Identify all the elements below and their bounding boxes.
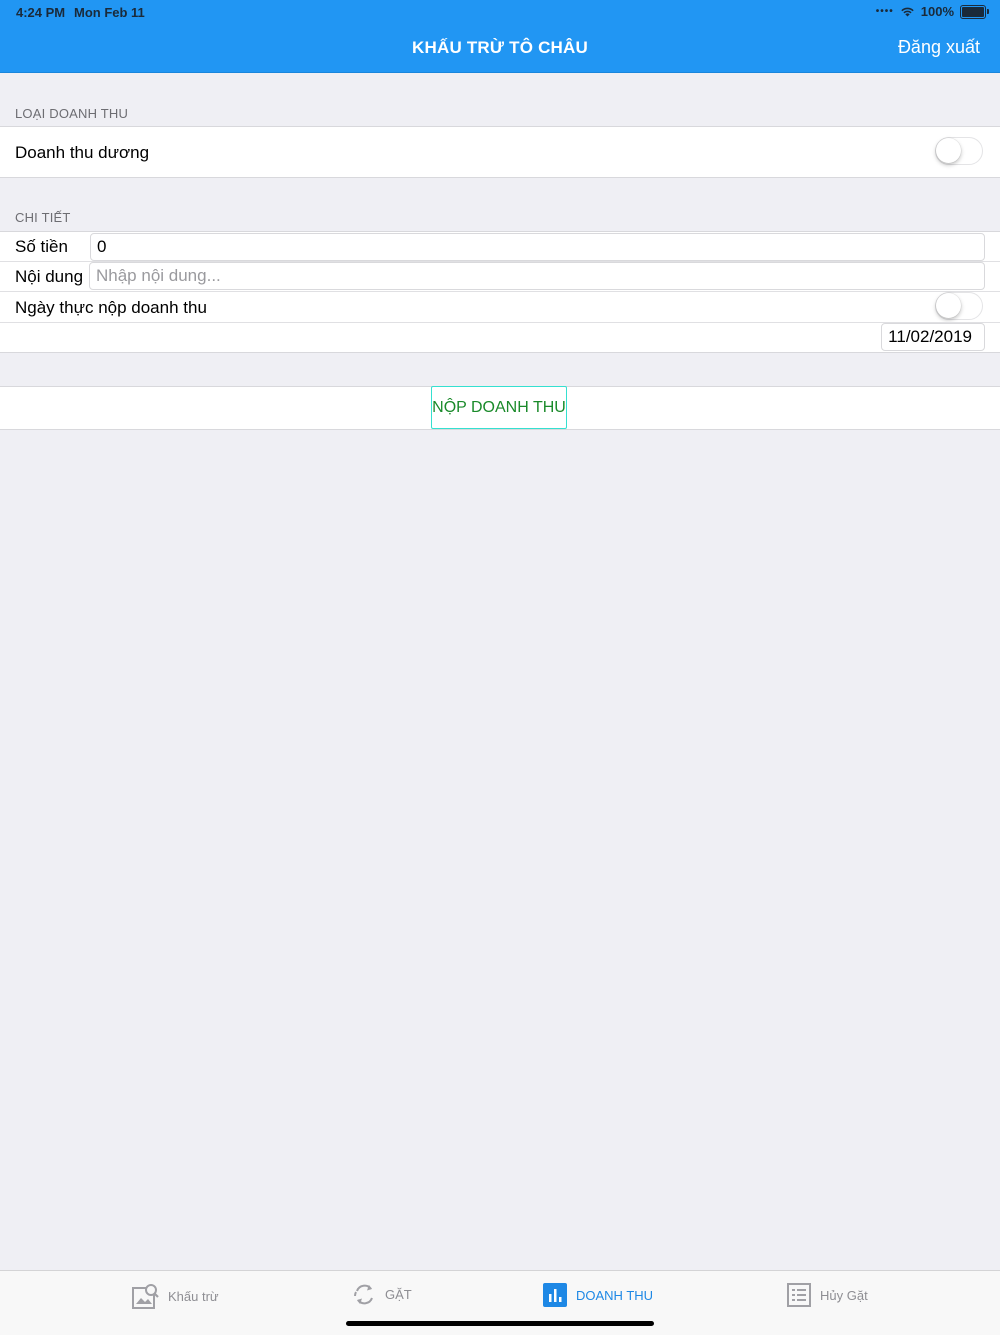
content-label: Nội dung	[15, 267, 84, 286]
wifi-icon	[901, 7, 914, 17]
switch-knob	[936, 293, 961, 318]
content-input[interactable]	[89, 262, 985, 290]
navigation-bar: 4:24 PM Mon Feb 11 •••• 100% KHẤU TRỪ TÔ…	[0, 0, 1000, 73]
amount-input[interactable]	[90, 233, 985, 261]
list-icon	[787, 1283, 811, 1307]
actual-date-label: Ngày thực nộp doanh thu	[15, 298, 207, 317]
tab-label: GẶT	[385, 1287, 412, 1302]
status-indicators: •••• 100%	[875, 4, 989, 19]
divider	[0, 291, 1000, 292]
bar-chart-icon	[543, 1283, 567, 1307]
date-value: 11/02/2019	[888, 327, 972, 346]
details-header: CHI TIẾT	[15, 210, 71, 225]
amount-label: Số tiền	[15, 237, 68, 256]
status-time: 4:24 PM	[16, 5, 66, 20]
actual-date-switch[interactable]	[935, 292, 983, 320]
battery-percentage: 100%	[920, 4, 954, 19]
tab-label: DOANH THU	[576, 1287, 654, 1303]
tab-label: Khấu trừ	[168, 1289, 219, 1304]
logout-button[interactable]: Đăng xuất	[898, 37, 980, 58]
positive-revenue-label: Doanh thu dương	[15, 143, 150, 162]
page-title: KHẤU TRỪ TÔ CHÂU	[412, 38, 588, 57]
positive-revenue-switch[interactable]	[935, 137, 983, 165]
tab-doanh-thu[interactable]: DOANH THU	[543, 1283, 653, 1307]
revenue-type-group: Doanh thu dương	[0, 126, 1000, 178]
details-group: Số tiền Nội dung Ngày thực nộp doanh thu…	[0, 231, 1000, 353]
status-date: Mon Feb 11	[74, 5, 145, 20]
revenue-type-header: LOẠI DOANH THU	[15, 106, 129, 121]
tab-huy-gat[interactable]: Hủy Gặt	[787, 1283, 868, 1307]
submit-revenue-button[interactable]: NỘP DOANH THU	[431, 386, 567, 429]
home-indicator	[346, 1321, 654, 1326]
date-picker[interactable]: 11/02/2019	[881, 323, 985, 351]
image-search-icon	[132, 1284, 159, 1309]
battery-icon	[960, 4, 989, 19]
tab-gat[interactable]: GẶT	[353, 1283, 412, 1306]
tab-khau-tru[interactable]: Khấu trừ	[132, 1283, 219, 1310]
tab-label: Hủy Gặt	[820, 1287, 868, 1303]
signal-dots-icon: ••••	[875, 6, 894, 17]
divider	[0, 322, 1000, 323]
switch-knob	[936, 138, 961, 163]
refresh-icon	[354, 1284, 373, 1305]
